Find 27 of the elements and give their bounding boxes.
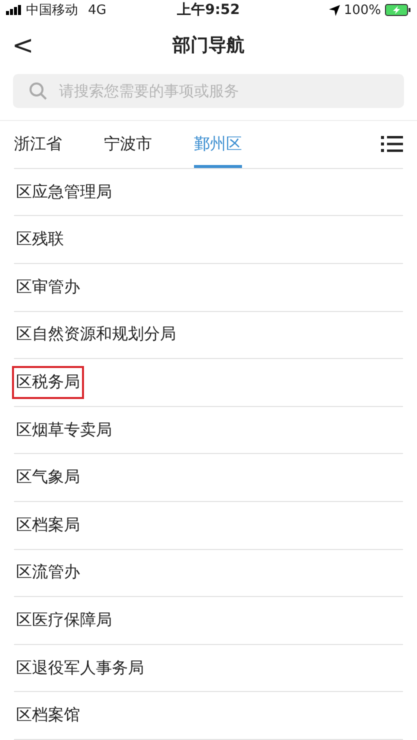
department-item[interactable]: 区审管办 — [12, 270, 84, 304]
department-item[interactable]: 区税务局 — [12, 366, 84, 400]
region-tab[interactable]: 宁波市 — [104, 124, 152, 168]
department-item[interactable]: 区档案局 — [12, 508, 84, 542]
department-item[interactable]: 区烟草专卖局 — [12, 414, 116, 447]
list-menu-icon[interactable] — [381, 135, 403, 154]
department-item[interactable]: 区流管办 — [12, 556, 84, 590]
search-bar[interactable]: 请搜索您需要的事项或服务 — [13, 74, 404, 108]
department-item[interactable]: 区残联 — [12, 223, 68, 256]
department-item[interactable]: 区档案馆 — [12, 699, 84, 732]
back-button[interactable]: < — [8, 30, 38, 61]
battery-charging-icon — [385, 4, 412, 16]
region-tab[interactable]: 浙江省 — [14, 124, 62, 168]
clock-time: 上午9:52 — [177, 1, 240, 20]
battery-percent: 100% — [344, 2, 382, 18]
signal-icon — [6, 5, 22, 16]
search-input[interactable]: 请搜索您需要的事项或服务 — [57, 80, 388, 101]
department-item[interactable]: 区气象局 — [12, 461, 84, 494]
page-title: 部门导航 — [172, 34, 244, 58]
department-item[interactable]: 区退役军人事务局 — [12, 652, 148, 685]
department-item[interactable]: 区医疗保障局 — [12, 604, 116, 638]
location-arrow-icon — [328, 4, 340, 16]
search-icon — [29, 82, 47, 100]
carrier-name: 中国移动 — [26, 2, 78, 20]
department-item[interactable]: 区自然资源和规划分局 — [12, 318, 180, 352]
network-type: 4G — [88, 2, 106, 18]
department-item[interactable]: 区应急管理局 — [12, 176, 116, 209]
